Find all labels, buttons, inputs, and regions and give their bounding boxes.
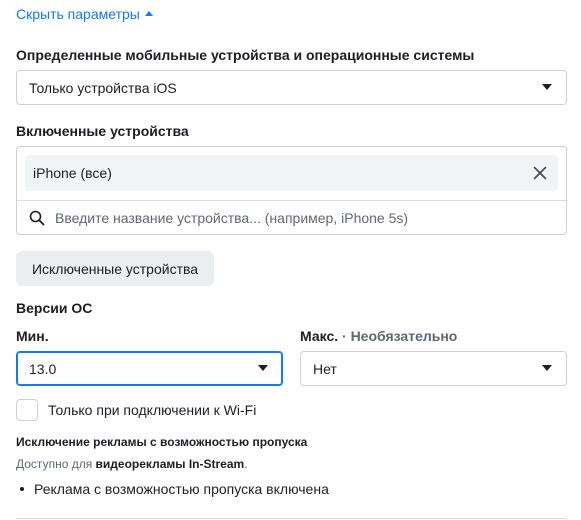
- mobile-os-select-value: Только устройства iOS: [29, 79, 177, 96]
- os-min-label: Мин.: [16, 328, 49, 344]
- chevron-down-icon: [542, 84, 552, 90]
- mobile-os-select[interactable]: Только устройства iOS: [16, 70, 567, 105]
- os-max-label: Макс.: [300, 328, 339, 344]
- device-chip-label: iPhone (все): [33, 165, 112, 181]
- chevron-down-icon: [542, 365, 552, 371]
- wifi-only-checkbox[interactable]: [16, 399, 38, 421]
- skippable-ads-note-prefix: Доступно для: [16, 457, 96, 471]
- device-chip-iphone-all: iPhone (все): [25, 155, 558, 191]
- bullet-icon: [20, 487, 24, 491]
- os-max-select-value: Нет: [313, 360, 337, 377]
- skippable-ads-note-bold: видеорекламы In-Stream: [95, 457, 245, 471]
- caret-up-icon: [144, 11, 153, 16]
- os-versions-title: Версии ОС: [16, 300, 93, 316]
- close-icon[interactable]: [532, 165, 548, 181]
- search-icon: [29, 210, 45, 225]
- list-item: Реклама с возможностью пропуска включена: [20, 481, 329, 497]
- hide-parameters-label: Скрыть параметры: [16, 6, 140, 22]
- os-max-label-row: Макс. · Необязательно: [300, 328, 457, 344]
- os-min-select[interactable]: 13.0: [16, 351, 283, 386]
- included-devices-title: Включенные устройства: [16, 123, 189, 139]
- wifi-only-label[interactable]: Только при подключении к Wi-Fi: [48, 402, 256, 418]
- hide-parameters-link[interactable]: Скрыть параметры: [16, 6, 153, 22]
- device-search-row: [17, 201, 566, 234]
- device-search-input[interactable]: [55, 209, 535, 226]
- mobile-os-title: Определенные мобильные устройства и опер…: [16, 47, 475, 63]
- included-devices-box: iPhone (все): [16, 146, 567, 235]
- os-min-select-value: 13.0: [29, 360, 57, 377]
- excluded-devices-button[interactable]: Исключенные устройства: [16, 251, 214, 286]
- skippable-ads-note: Доступно для видеорекламы In-Stream.: [16, 457, 248, 471]
- skippable-ads-bullet-text: Реклама с возможностью пропуска включена: [34, 481, 329, 497]
- skippable-ads-title: Исключение рекламы с возможностью пропус…: [16, 435, 308, 449]
- os-max-select[interactable]: Нет: [300, 351, 567, 386]
- chevron-down-icon: [258, 365, 268, 371]
- os-max-optional: · Необязательно: [338, 328, 458, 344]
- bottom-divider: [16, 518, 567, 519]
- skippable-ads-note-suffix: .: [244, 457, 248, 471]
